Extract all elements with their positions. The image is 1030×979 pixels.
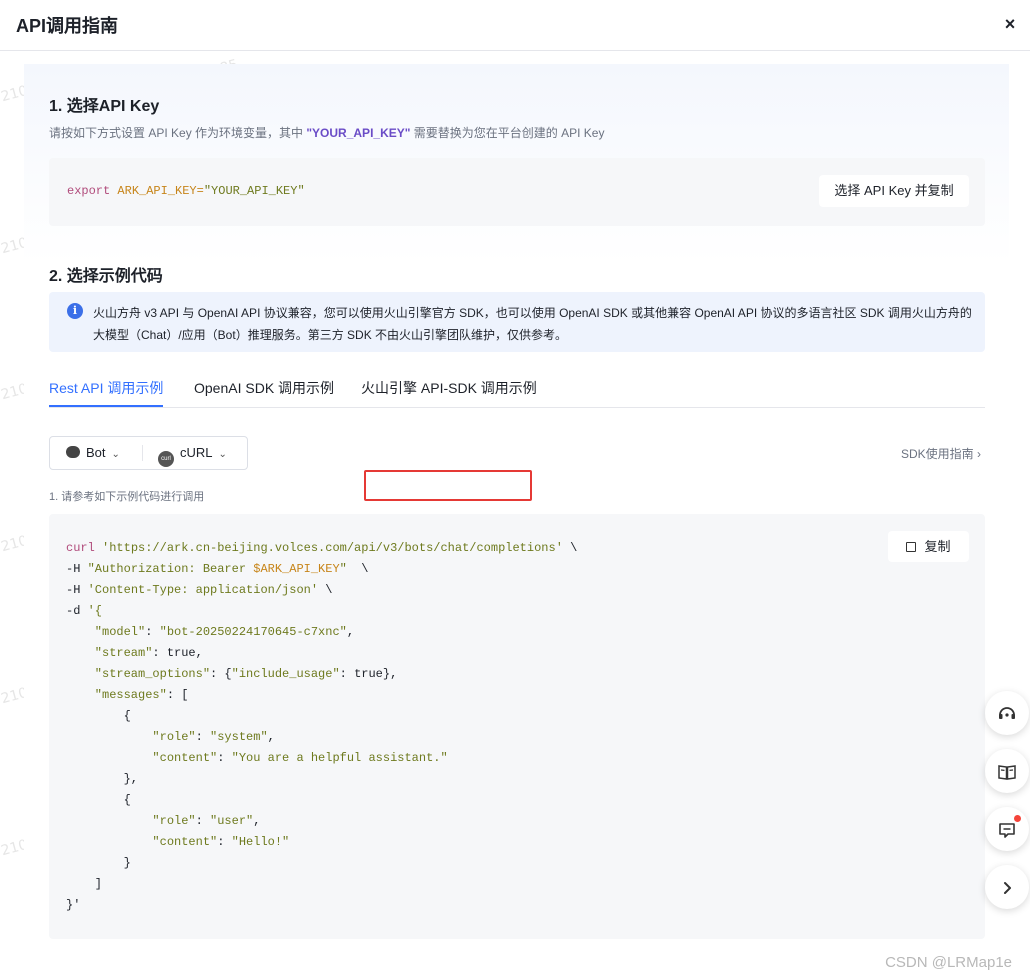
code-token: \: [562, 541, 578, 555]
sample-code-block: curl 'https://ark.cn-beijing.volces.com/…: [49, 514, 985, 939]
message-icon: [999, 823, 1015, 839]
bot-selector-label: Bot: [86, 445, 106, 460]
copy-icon: [906, 542, 917, 552]
modal-body: 1. 选择API Key 请按如下方式设置 API Key 作为环境变量，其中 …: [24, 64, 1009, 979]
code-token: curl: [66, 541, 95, 555]
code-url: 'https://ark.cn-beijing.volces.com/api/v…: [102, 541, 563, 555]
code-token: "user": [210, 814, 254, 828]
book-icon: [998, 765, 1016, 781]
code-token: '{: [87, 604, 103, 618]
language-selector-label: cURL: [180, 445, 213, 460]
support-button[interactable]: [985, 691, 1029, 735]
compatibility-notice: i 火山方舟 v3 API 与 OpenAI API 协议兼容，您可以使用火山引…: [49, 292, 985, 352]
code-token: :: [195, 730, 211, 744]
code-token: -H: [66, 562, 88, 576]
code-token: \: [318, 583, 333, 597]
select-api-key-button[interactable]: 选择 API Key 并复制: [819, 175, 969, 207]
docs-button[interactable]: [985, 749, 1029, 793]
code-token: "stream_options": [66, 667, 211, 681]
code-token: :: [195, 814, 211, 828]
sample-selector-group: Bot ⌄ curl cURL ⌄: [49, 436, 248, 470]
code-token: "system": [210, 730, 268, 744]
code-token: "stream": [66, 646, 153, 660]
chevron-down-icon: ⌄: [111, 449, 120, 460]
code-token: : true,: [152, 646, 203, 660]
env-var-code-bar: export ARK_API_KEY="YOUR_API_KEY" 选择 API…: [49, 158, 985, 226]
info-icon: i: [67, 303, 83, 319]
notice-text: 火山方舟 v3 API 与 OpenAI API 协议兼容，您可以使用火山引擎官…: [93, 306, 972, 342]
code-token: "Hello!": [231, 835, 290, 849]
source-credit: CSDN @LRMap1e: [885, 954, 1012, 971]
code-token: -d: [66, 604, 88, 618]
description-text: 需要替换为您在平台创建的 API Key: [410, 126, 605, 140]
sdk-guide-link[interactable]: SDK使用指南 ›: [901, 445, 981, 462]
tab-rest-api[interactable]: Rest API 调用示例: [49, 378, 163, 398]
code-token: },: [66, 772, 139, 786]
code-token: :: [217, 835, 232, 849]
code-string: "YOUR_API_KEY": [203, 184, 305, 198]
code-token: "role": [66, 814, 196, 828]
modal-header: API调用指南 ×: [0, 0, 1030, 51]
step-label: 1. 请参考如下示例代码进行调用: [49, 491, 205, 503]
curl-icon: curl: [158, 451, 174, 467]
code-token: "include_usage": [231, 667, 340, 681]
code-token: ,: [346, 625, 355, 639]
code-token: $ARK_API_KEY: [253, 562, 340, 576]
code-keyword: export: [67, 184, 111, 198]
api-key-description: 请按如下方式设置 API Key 作为环境变量，其中 "YOUR_API_KEY…: [49, 124, 604, 141]
code-token: "role": [66, 730, 196, 744]
code-token: "messages": [66, 688, 167, 702]
description-text: 请按如下方式设置 API Key 作为环境变量，其中: [49, 126, 307, 140]
copy-label: 复制: [924, 539, 951, 554]
chevron-down-icon: ⌄: [218, 449, 227, 460]
code-variable: ARK_API_KEY=: [117, 184, 204, 198]
code-token: {: [66, 793, 131, 807]
code-token: }': [66, 898, 81, 912]
code-token: "model": [66, 625, 146, 639]
bot-selector[interactable]: Bot ⌄: [66, 437, 120, 469]
section-title-sample-code: 2. 选择示例代码: [49, 268, 163, 285]
code-token: {: [66, 709, 131, 723]
code-token: -H: [66, 583, 88, 597]
code-token: :: [217, 751, 232, 765]
code-lines: curl 'https://ark.cn-beijing.volces.com/…: [66, 538, 577, 916]
headset-icon: [999, 707, 1015, 720]
tab-volcengine-sdk[interactable]: 火山引擎 API-SDK 调用示例: [361, 378, 537, 398]
modal-title: API调用指南: [16, 16, 119, 36]
feedback-button[interactable]: [985, 807, 1029, 851]
chat-bubble-icon: [66, 446, 80, 458]
code-token: ": [339, 562, 347, 576]
code-token: ,: [267, 730, 275, 744]
notification-dot: [1014, 815, 1021, 822]
code-token: : [: [166, 688, 189, 702]
tab-openai-sdk[interactable]: OpenAI SDK 调用示例: [194, 378, 334, 398]
code-token: ,: [253, 814, 261, 828]
code-token: ]: [66, 877, 103, 891]
code-token: "content": [66, 835, 218, 849]
expand-button[interactable]: [985, 865, 1029, 909]
code-token: :: [145, 625, 160, 639]
close-button[interactable]: ×: [1002, 14, 1018, 34]
active-tab-indicator: [49, 405, 163, 407]
sample-tabs: Rest API 调用示例 OpenAI SDK 调用示例 火山引擎 API-S…: [49, 368, 985, 408]
export-command: export ARK_API_KEY="YOUR_API_KEY": [67, 184, 305, 198]
code-token: "Authorization: Bearer: [87, 562, 254, 576]
code-token: "content": [66, 751, 218, 765]
selector-divider: [142, 445, 143, 461]
code-token: }: [66, 856, 131, 870]
section-title-api-key: 1. 选择API Key: [49, 98, 160, 115]
code-token: \: [346, 562, 369, 576]
language-selector[interactable]: curl cURL ⌄: [158, 437, 227, 469]
code-token: : true},: [339, 667, 398, 681]
endpoint-highlight-box: [364, 470, 532, 501]
code-token: : {: [210, 667, 232, 681]
copy-button[interactable]: 复制: [888, 531, 969, 562]
code-token: "bot-20250224170645-c7xnc": [159, 625, 347, 639]
placeholder-highlight: "YOUR_API_KEY": [306, 126, 411, 140]
code-token: "You are a helpful assistant.": [231, 751, 448, 765]
chevron-right-icon: [1004, 882, 1011, 895]
code-token: 'Content-Type: application/json': [87, 583, 319, 597]
